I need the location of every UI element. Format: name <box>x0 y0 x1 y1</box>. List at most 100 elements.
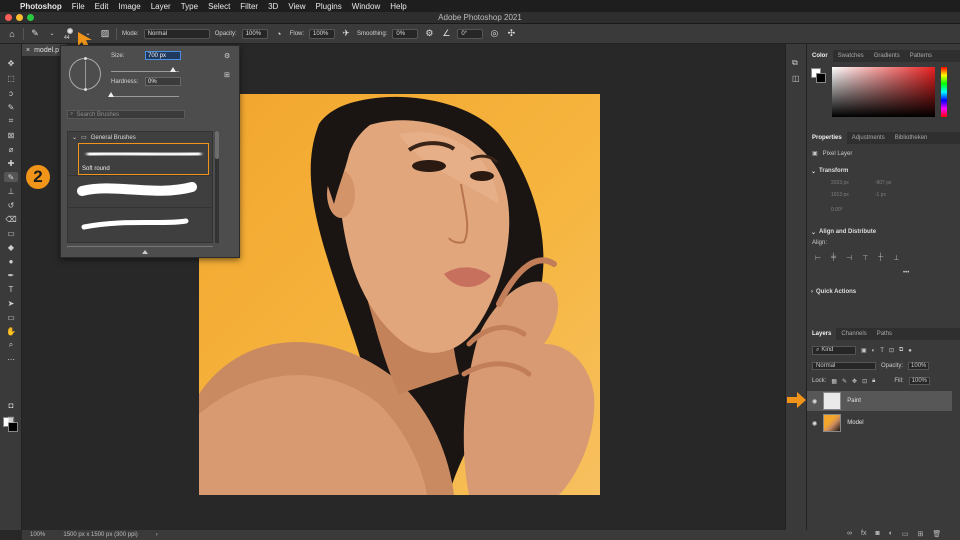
airbrush-icon[interactable]: ✈ <box>340 28 352 40</box>
filter-type-icon[interactable]: T <box>880 348 884 354</box>
hardness-slider[interactable] <box>111 96 179 97</box>
shape-tool-icon[interactable]: ▭ <box>4 312 18 322</box>
dodge-tool-icon[interactable]: ● <box>4 256 18 266</box>
hardness-field[interactable]: 0% <box>145 77 181 86</box>
lock-pixels-icon[interactable]: ✎ <box>842 378 847 385</box>
flow-field[interactable]: 100% <box>309 28 336 39</box>
link-layers-icon[interactable]: ∞ <box>847 530 852 538</box>
brush-item[interactable] <box>68 175 212 207</box>
menu-select[interactable]: Select <box>208 2 230 11</box>
filter-smart-icon[interactable]: ⧉ <box>899 347 903 354</box>
crop-tool-icon[interactable]: ⌗ <box>4 116 18 126</box>
delete-layer-icon[interactable]: 🗑︎ <box>932 530 941 538</box>
brush-search-input[interactable]: ⌕ Search Brushes <box>67 110 185 119</box>
close-tab-icon[interactable]: × <box>26 47 30 54</box>
transform-section-header[interactable]: ⌄ Transform <box>807 166 848 176</box>
opacity-field[interactable]: 100% <box>241 28 268 39</box>
fx-icon[interactable]: fx <box>861 530 866 538</box>
gear-icon[interactable]: ⚙ <box>224 52 230 60</box>
align-bottom-icon[interactable]: ⊥ <box>893 254 899 262</box>
align-vcenter-icon[interactable]: ┼ <box>878 254 883 262</box>
more-tools-icon[interactable]: ⋯ <box>4 354 18 364</box>
brush-angle-preview[interactable] <box>69 57 101 91</box>
brush-tool-icon[interactable]: ✎ <box>4 172 18 182</box>
resize-handle-icon[interactable] <box>142 250 148 254</box>
brush-tool-icon[interactable]: ✎ <box>29 28 41 40</box>
menu-image[interactable]: Image <box>118 2 140 11</box>
hue-slider[interactable] <box>941 67 947 117</box>
tab-bibliotheken[interactable]: Bibliotheken <box>890 132 933 144</box>
canvas-image[interactable] <box>199 94 600 495</box>
tab-paths[interactable]: Paths <box>872 328 897 340</box>
quick-mask-icon[interactable]: ◘ <box>4 400 18 410</box>
frame-tool-icon[interactable]: ⊠ <box>4 130 18 140</box>
type-tool-icon[interactable]: T <box>4 284 18 294</box>
tab-properties[interactable]: Properties <box>807 132 847 144</box>
gradient-tool-icon[interactable]: ▭ <box>4 228 18 238</box>
layer-opacity-field[interactable]: 100% <box>908 362 930 370</box>
pen-tool-icon[interactable]: ✒ <box>4 270 18 280</box>
filter-pixel-icon[interactable]: ▣ <box>861 347 867 354</box>
align-top-icon[interactable]: ⊤ <box>862 254 868 262</box>
zoom-tool-icon[interactable]: ⌕ <box>4 340 18 350</box>
blur-tool-icon[interactable]: ◆ <box>4 242 18 252</box>
align-hcenter-icon[interactable]: ╪ <box>831 254 836 262</box>
align-section-header[interactable]: ⌄ Align and Distribute <box>807 227 876 237</box>
new-layer-icon[interactable]: ⊞ <box>918 530 924 538</box>
layer-row[interactable]: ◉ Paint <box>807 391 952 411</box>
align-right-icon[interactable]: ⊣ <box>846 254 852 262</box>
brush-item[interactable]: Soft round <box>78 143 209 175</box>
tab-swatches[interactable]: Swatches <box>833 50 869 62</box>
color-picker-field[interactable] <box>832 67 935 117</box>
chevron-down-icon[interactable]: ⌄ <box>46 28 58 40</box>
brush-list-scrollbar[interactable] <box>215 131 219 243</box>
brush-preset-picker[interactable]: 44 <box>63 27 77 41</box>
history-brush-tool-icon[interactable]: ↺ <box>4 200 18 210</box>
menu-filter[interactable]: Filter <box>240 2 258 11</box>
hand-tool-icon[interactable]: ✋ <box>4 326 18 336</box>
width-field[interactable]: 2023 px <box>831 180 849 186</box>
marquee-tool-icon[interactable]: ⬚ <box>4 73 18 83</box>
menu-view[interactable]: View <box>288 2 305 11</box>
filter-toggle-icon[interactable]: ● <box>908 348 912 354</box>
brush-settings-icon[interactable]: ▨ <box>99 28 111 40</box>
menu-layer[interactable]: Layer <box>151 2 171 11</box>
scrollbar-thumb[interactable] <box>215 131 219 159</box>
background-color-swatch[interactable] <box>816 73 826 83</box>
chevron-right-icon[interactable]: › <box>156 532 158 538</box>
kind-filter-select[interactable]: ⌕ Kind <box>812 346 856 355</box>
move-tool-icon[interactable]: ✥ <box>4 58 18 68</box>
lock-all-icon[interactable]: 🔒︎ <box>872 378 875 385</box>
angle-icon[interactable]: ∠ <box>440 28 452 40</box>
tab-channels[interactable]: Channels <box>836 328 871 340</box>
tab-gradients[interactable]: Gradients <box>869 50 905 62</box>
add-mask-icon[interactable]: ◙ <box>875 530 879 538</box>
filter-adjustment-icon[interactable]: ◐ <box>872 348 876 354</box>
x-field[interactable]: -907 px <box>875 180 892 186</box>
home-icon[interactable]: ⌂ <box>6 28 18 40</box>
tab-adjustments[interactable]: Adjustments <box>847 132 890 144</box>
tab-layers[interactable]: Layers <box>807 328 837 340</box>
path-select-tool-icon[interactable]: ➤ <box>4 298 18 308</box>
angle-field[interactable]: 0° <box>457 28 484 39</box>
symmetry-icon[interactable]: ✣ <box>505 28 517 40</box>
hardness-slider-handle[interactable] <box>108 92 114 97</box>
menu-plugins[interactable]: Plugins <box>316 2 342 11</box>
brush-item[interactable] <box>68 207 212 239</box>
rotation-field[interactable]: 0.00° <box>831 207 843 213</box>
menu-edit[interactable]: Edit <box>95 2 109 11</box>
mode-select[interactable]: Normal <box>143 28 210 39</box>
screen-mode-icon[interactable]: ▣ <box>4 414 18 424</box>
size-slider[interactable] <box>111 71 179 72</box>
tab-patterns[interactable]: Patterns <box>905 50 937 62</box>
brush-folder[interactable]: ⌄ ▭ General Brushes <box>68 132 212 143</box>
menu-window[interactable]: Window <box>352 2 380 11</box>
stamp-tool-icon[interactable]: ⊥ <box>4 186 18 196</box>
eraser-tool-icon[interactable]: ⌫ <box>4 214 18 224</box>
quick-actions-header[interactable]: › Quick Actions <box>807 287 856 297</box>
lasso-tool-icon[interactable]: ↄ <box>4 88 18 98</box>
smoothing-field[interactable]: 0% <box>392 28 419 39</box>
size-field[interactable]: 700 px <box>145 51 181 60</box>
gear-icon[interactable]: ⚙ <box>423 28 435 40</box>
new-preset-icon[interactable]: ⊞ <box>224 71 230 79</box>
